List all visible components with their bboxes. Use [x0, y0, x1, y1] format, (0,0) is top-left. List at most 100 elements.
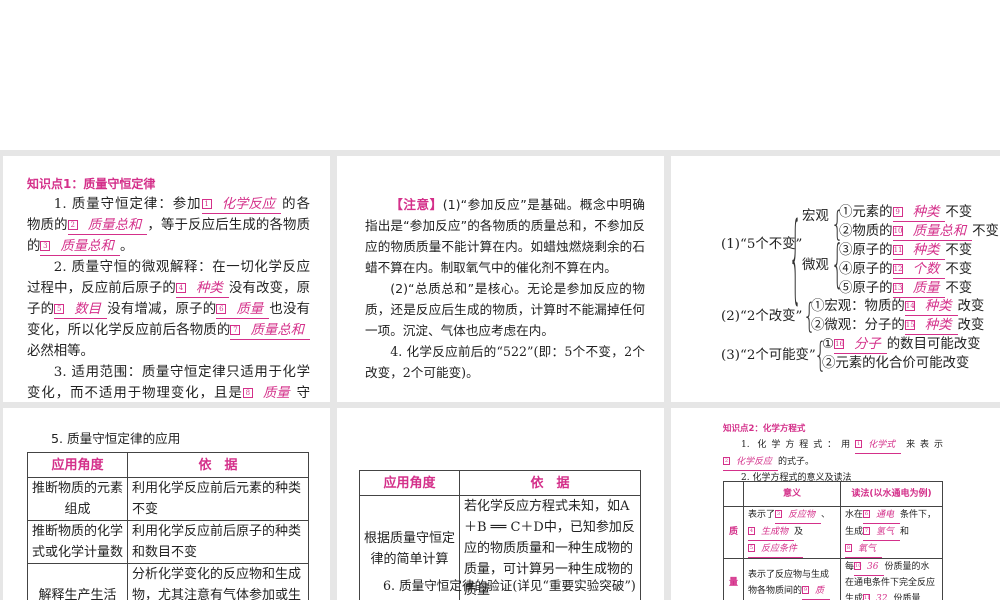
section-title: 知识点2：化学方程式 — [723, 424, 806, 434]
text-segment: 不变 — [972, 224, 999, 239]
answer-text: 分子 — [854, 337, 881, 352]
slide-1[interactable]: 知识点1：质量守恒定律 1. 质量守恒定律：参加 1 化学反应 的各物质的 2 质量总和，… — [3, 156, 330, 402]
text-segment: ① — [822, 337, 835, 352]
blank-number: 4 — [748, 527, 755, 535]
answer-blank: 6 质量 — [216, 302, 270, 319]
column-header: 应用角度 — [359, 470, 460, 496]
blank-number: 8 — [242, 388, 253, 398]
column-header: 意义 — [743, 481, 841, 507]
answer-blank: 3 反应物 — [775, 507, 822, 524]
answer-blank: 2 质量总和 — [67, 218, 148, 235]
blank-number: 9 — [802, 585, 810, 594]
blank-number: 15 — [904, 320, 915, 330]
paragraph: 2. 质量守恒的微观解释：在一切化学反应过程中，反应前后原子的 4 种类 没有改变，原… — [27, 257, 310, 362]
text-segment: 的数目可能改变 — [886, 337, 981, 352]
blank-number: 14 — [904, 301, 915, 311]
answer-text: 生成物 — [761, 527, 789, 537]
answer-text: 化学反应 — [736, 457, 773, 467]
answer-blank: 5 数目 — [54, 302, 108, 319]
answer-text: 32 — [876, 594, 888, 600]
group-label: (2)“2个改变” — [721, 309, 803, 324]
row-label: 量 — [723, 558, 744, 600]
text-segment: 1. 质量守恒定律：参加 — [53, 197, 202, 212]
answer-blank: 3 质量总和 — [40, 239, 120, 256]
blank-number: 6 — [216, 304, 227, 314]
cell: 水在 6 通电 条件下，生成 7 氢气 和8 氧气 — [840, 506, 943, 559]
slide-3[interactable]: (1)“5个不变” { 宏观 { 微观 { ①元素的 9 种类 不变 ②物质的10 质量… — [671, 156, 1000, 402]
text-segment: 份质量 — [893, 594, 921, 600]
table-row: 推断物质的化学式或化学计量数 利用化学反应前后原子的种类和数目不变 — [27, 520, 309, 564]
cell: 利用化学反应前后原子的种类和数目不变 — [127, 520, 309, 564]
blank-number: 7 — [863, 527, 871, 535]
slide-6[interactable]: 知识点2：化学方程式 1. 化学方程式：用 1 化学式 来表示2 化学反应 的式子。 2.… — [671, 408, 1000, 600]
footer-text: 6. 质量守恒定律的验证(详见“重要实验突破”) — [383, 578, 636, 593]
answer-text: 种类 — [924, 299, 952, 314]
note-paragraph: 【注意】(1)“参加反应”是基础。概念中明确指出是“参加反应”的各物质的质量总和… — [365, 194, 645, 278]
subheading: 5. 质量守恒定律的应用 — [51, 431, 181, 446]
blank-number: 6 — [863, 510, 871, 518]
cell: 表示了 3 反应物 、 4 生成物 及 5 反应条件 — [743, 506, 841, 559]
blank-number: 11 — [892, 245, 903, 255]
text-segment: ④原子的 — [839, 262, 893, 277]
macro-label: 宏观 — [802, 209, 829, 224]
content: 1. 化学方程式：用 1 化学式 来表示2 化学反应 的式子。 2. 化学方程式的意义及读… — [723, 437, 943, 486]
brace-icon: { — [789, 200, 802, 316]
table-row: 质表示了 3 反应物 、4 生成物 及5 反应条件 水在 6 通电 条件下，生成 7 氢气 和8 氧气 — [723, 506, 943, 559]
answer-text: 质量 — [262, 386, 290, 401]
answer-blank: 10 36 — [854, 559, 885, 576]
cell: 每10 36 份质量的水在通电条件下完全反应生成11 32 份质量 — [840, 558, 943, 600]
blank-number: 13 — [892, 283, 903, 293]
text-segment: 4. 化学反应前后的“522”(即：5个不变，2个改变，2个可能变)。 — [365, 344, 645, 380]
text-segment: 、 — [821, 510, 831, 520]
text-segment: ①宏观：物质的 — [811, 299, 905, 314]
answer-text: 质量 — [236, 302, 264, 317]
text-segment: 每 — [845, 562, 855, 572]
cell: 解释生产生活 — [27, 563, 128, 600]
answer-blank: 11 32 — [863, 591, 893, 600]
blank-number: 16 — [834, 339, 845, 349]
text-segment: ①元素的 — [839, 205, 893, 220]
row-label: 质 — [723, 506, 744, 559]
answer-text: 氧气 — [858, 544, 877, 554]
answer-blank: 1 化学式 — [855, 437, 902, 454]
slide-5[interactable]: 应用角度依 据 根据质量守恒定律的简单计算 若化学反应方程式未知，如A＋B ══ … — [337, 408, 664, 600]
blank-number: 12 — [892, 264, 903, 274]
cell: 利用化学反应前后元素的种类不变 — [127, 477, 309, 521]
answer-text: 质量总和 — [87, 218, 142, 233]
answer-blank: 6 通电 — [863, 507, 901, 524]
answer-text: 种类 — [912, 243, 940, 258]
answer-text: 质量总和 — [912, 224, 967, 239]
blank-number: 5 — [54, 304, 65, 314]
content: 【注意】(1)“参加反应”是基础。概念中明确指出是“参加反应”的各物质的质量总和… — [365, 194, 645, 383]
text-segment: (2)“总质总和”是核心。无论是参加反应的物质，还是反应后生成的物质，计算时不能… — [365, 281, 645, 338]
answer-blank: 2 化学反应 — [723, 454, 779, 471]
paragraph: (2)“总质总和”是核心。无论是参加反应的物质，还是反应后生成的物质，计算时不能… — [365, 278, 645, 341]
column-header: 读法(以水通电为例) — [840, 481, 943, 507]
text-segment: ②物质的 — [839, 224, 893, 239]
answer-text: 个数 — [912, 262, 940, 277]
answer-text: 质量总和 — [60, 239, 114, 254]
text-segment: 及 — [794, 527, 804, 537]
blank-number: 1 — [855, 440, 863, 448]
cell: 推断物质的化学式或化学计量数 — [27, 520, 128, 564]
slide-4[interactable]: 5. 质量守恒定律的应用 应用角度依 据 推断物质的元素组成 利用化学反应前后元素… — [3, 408, 330, 600]
blank-number: 3 — [775, 510, 783, 518]
blank-number: 4 — [175, 283, 186, 293]
blank-number: 9 — [892, 207, 903, 217]
answer-blank: 7 氢气 — [863, 524, 901, 541]
group-label: (3)“2个可能变” — [721, 348, 816, 363]
text-segment: 不变 — [945, 243, 973, 258]
text-segment: 不变 — [945, 205, 973, 220]
answer-blank: 4 种类 — [175, 281, 229, 298]
equation-table: 意义 读法(以水通电为例) 质表示了 3 反应物 、4 生成物 及5 反应条件 水在 6 通电 条件下… — [723, 481, 943, 600]
text-segment: 水在 — [845, 510, 864, 520]
table-row: 解释生产生活分析化学变化的反应物和生成物，尤其注意有气体参加或生成 — [27, 563, 309, 600]
answer-blank: 1 化学反应 — [201, 197, 282, 214]
slide-2[interactable]: 【注意】(1)“参加反应”是基础。概念中明确指出是“参加反应”的各物质的质量总和… — [337, 156, 664, 402]
blank-number: 5 — [748, 544, 755, 552]
micro-label: 微观 — [802, 258, 829, 273]
blank-number: 10 — [892, 226, 903, 236]
blank-number: 11 — [863, 594, 871, 600]
text-segment: 不变 — [945, 262, 973, 277]
text-segment: ②微观：分子的 — [811, 318, 905, 333]
